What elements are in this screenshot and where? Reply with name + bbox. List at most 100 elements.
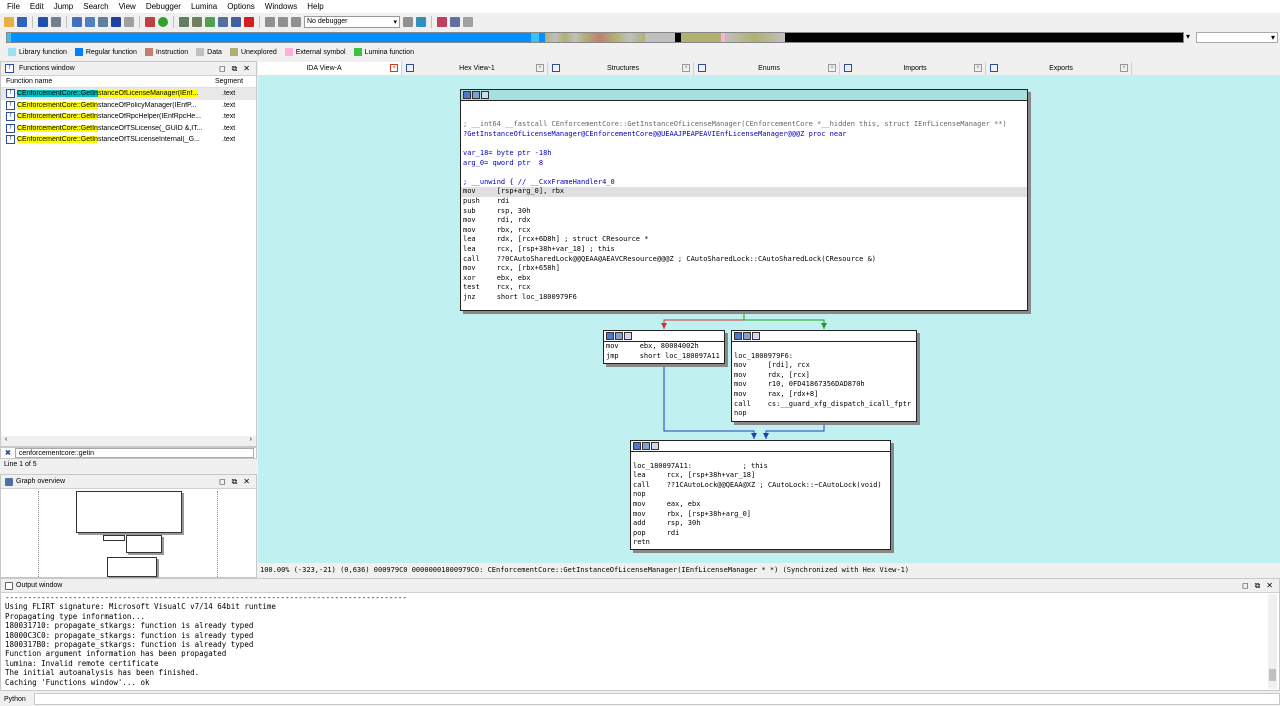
asm-line[interactable]: loc_180097A11: ; this: [631, 462, 890, 472]
menu-help[interactable]: Help: [302, 2, 328, 11]
output-scroll-thumb[interactable]: [1269, 669, 1276, 681]
stop-debug-icon[interactable]: [291, 16, 301, 27]
tab-ida-view-a[interactable]: IDA View-A ×: [258, 61, 402, 75]
group-icon[interactable]: [472, 91, 480, 99]
open-icon[interactable]: [4, 16, 14, 27]
save-icon[interactable]: [17, 16, 27, 27]
breakpoint-icon[interactable]: [403, 16, 413, 27]
asm-line[interactable]: sub rsp, 30h: [461, 207, 1027, 217]
asm-line[interactable]: [631, 452, 890, 462]
asm-line[interactable]: arg_0= qword ptr 8: [461, 159, 1027, 169]
minimize-icon[interactable]: ◻: [219, 477, 226, 487]
asm-line[interactable]: mov rbx, rcx: [461, 226, 1027, 236]
clear-filter-icon[interactable]: ✖: [1, 449, 15, 457]
menu-search[interactable]: Search: [78, 2, 113, 11]
float-icon[interactable]: ⧉: [232, 477, 238, 487]
close-icon[interactable]: ×: [1120, 64, 1128, 72]
lumina-icon[interactable]: [158, 16, 168, 27]
code-block-entry[interactable]: ; __int64 __fastcall CEnforcementCore::G…: [460, 89, 1028, 311]
asm-line[interactable]: [461, 111, 1027, 121]
forward-icon[interactable]: [51, 16, 61, 27]
asm-line[interactable]: jmp short loc_180097A11: [604, 352, 724, 362]
window-icon[interactable]: [450, 16, 460, 27]
asm-line[interactable]: add rsp, 30h: [631, 519, 890, 529]
menu-edit[interactable]: Edit: [25, 2, 49, 11]
chart-icon[interactable]: [437, 16, 447, 27]
asm-line[interactable]: mov ebx, 80004002h: [604, 342, 724, 352]
tab-hex-view-1[interactable]: Hex View-1 ×: [402, 61, 548, 75]
close-icon[interactable]: ×: [682, 64, 690, 72]
play-icon[interactable]: [265, 16, 275, 27]
asm-line[interactable]: nop: [732, 409, 916, 419]
xref-icon[interactable]: [205, 16, 215, 27]
menu-view[interactable]: View: [114, 2, 141, 11]
asm-line[interactable]: var_18= byte ptr -18h: [461, 149, 1027, 159]
asm-line[interactable]: mov rdi, rdx: [461, 216, 1027, 226]
graph-icon[interactable]: [145, 16, 155, 27]
tab-enums[interactable]: Enums ×: [694, 61, 840, 75]
group-icon[interactable]: [615, 332, 623, 340]
col-function-name[interactable]: Function name: [1, 78, 215, 85]
asm-line[interactable]: [461, 101, 1027, 111]
code-block-success[interactable]: loc_1800979F6: mov [rdi], rcx mov rdx, [rc…: [731, 330, 917, 422]
color-icon[interactable]: [463, 91, 471, 99]
function-row[interactable]: f CEnforcementCore::GetInstanceOfTSLicens…: [1, 134, 256, 146]
copy-icon[interactable]: [72, 16, 82, 27]
func-icon[interactable]: [179, 16, 189, 27]
asm-line[interactable]: call ??1CAutoLock@@QEAA@XZ ; CAutoLock::…: [631, 481, 890, 491]
asm-line[interactable]: mov rdx, [rcx]: [732, 371, 916, 381]
asm-line[interactable]: mov [rsp+arg_0], rbx: [461, 187, 1027, 197]
asm-line[interactable]: [461, 168, 1027, 178]
view-icon[interactable]: [752, 332, 760, 340]
down-icon[interactable]: [111, 16, 121, 27]
menu-windows[interactable]: Windows: [260, 2, 302, 11]
filter-input[interactable]: cenforcementcore::getin: [14, 448, 254, 458]
group-icon[interactable]: [642, 442, 650, 450]
debugger-select[interactable]: No debugger ▾: [304, 15, 400, 28]
python-input[interactable]: [33, 693, 1280, 705]
pause-icon[interactable]: [278, 16, 288, 27]
asm-line[interactable]: mov rcx, [rbx+658h]: [461, 264, 1027, 274]
view-icon[interactable]: [481, 91, 489, 99]
stop-icon[interactable]: [244, 16, 254, 27]
group-icon[interactable]: [743, 332, 751, 340]
navigation-band[interactable]: [6, 32, 1184, 43]
asm-line[interactable]: mov eax, ebx: [631, 500, 890, 510]
attach-icon[interactable]: [416, 16, 426, 27]
asm-line[interactable]: retn: [631, 538, 890, 548]
menu-jump[interactable]: Jump: [49, 2, 79, 11]
close-icon[interactable]: ×: [828, 64, 836, 72]
color-icon[interactable]: [734, 332, 742, 340]
close-icon[interactable]: ×: [390, 64, 398, 72]
menu-options[interactable]: Options: [222, 2, 260, 11]
asm-line[interactable]: mov r10, 0FD41867356DAD870h: [732, 380, 916, 390]
tools-icon[interactable]: [463, 16, 473, 27]
function-row[interactable]: f CEnforcementCore::GetInstanceOfLicenseM…: [1, 88, 256, 100]
asm-line[interactable]: mov rax, [rdx+8]: [732, 390, 916, 400]
asm-line[interactable]: jnz short loc_1800979F6: [461, 293, 1027, 303]
function-row[interactable]: f CEnforcementCore::GetInstanceOfPolicyMa…: [1, 100, 256, 112]
asm-line[interactable]: mov rbx, [rsp+38h+arg_0]: [631, 510, 890, 520]
color-icon[interactable]: [633, 442, 641, 450]
asm-line[interactable]: push rdi: [461, 197, 1027, 207]
function-row[interactable]: f CEnforcementCore::GetInstanceOfTSLicens…: [1, 123, 256, 135]
asm-line[interactable]: nop: [631, 490, 890, 500]
close-icon[interactable]: ✕: [243, 64, 250, 74]
asm-line[interactable]: ?GetInstanceOfLicenseManager@CEnforcemen…: [461, 130, 1027, 140]
asm-line[interactable]: xor ebx, ebx: [461, 274, 1027, 284]
graph-overview[interactable]: Graph overview ◻ ⧉ ✕: [0, 474, 257, 578]
tab-structures[interactable]: Structures ×: [548, 61, 694, 75]
binary-icon[interactable]: [98, 16, 108, 27]
python-label[interactable]: Python: [0, 696, 26, 703]
close-icon[interactable]: ×: [974, 64, 982, 72]
asm-line[interactable]: [732, 342, 916, 352]
asm-line[interactable]: lea rcx, [rsp+38h+var_18]: [631, 471, 890, 481]
asm-line[interactable]: mov [rdi], rcx: [732, 361, 916, 371]
asm-line[interactable]: [461, 139, 1027, 149]
code-block-exit[interactable]: loc_180097A11: ; this lea rcx, [rsp+38h+v…: [630, 440, 891, 550]
text-icon[interactable]: [124, 16, 134, 27]
close-icon[interactable]: ✕: [243, 477, 250, 487]
asm-line[interactable]: loc_1800979F6:: [732, 352, 916, 362]
minimize-icon[interactable]: ◻: [1242, 581, 1249, 591]
close-icon[interactable]: ✕: [1266, 581, 1273, 591]
